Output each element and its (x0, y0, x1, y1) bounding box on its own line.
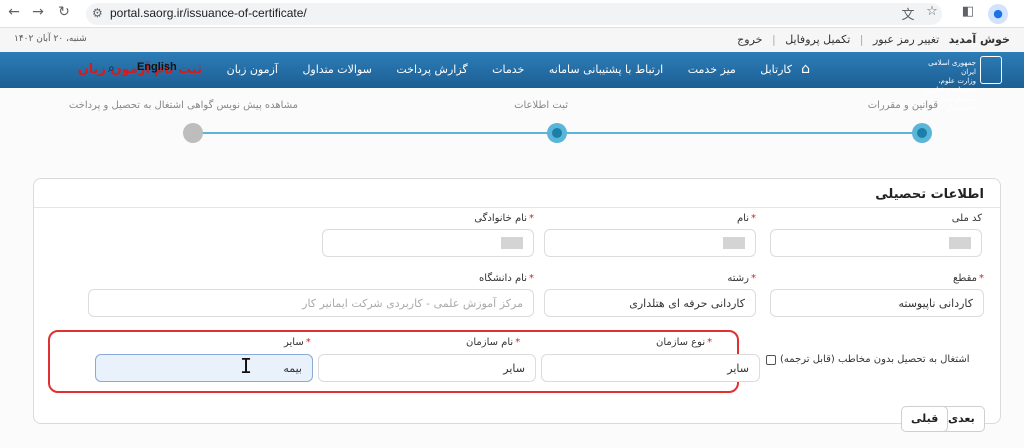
profile-icon[interactable]: ● (988, 4, 1008, 24)
back-icon[interactable]: ← (4, 4, 24, 20)
logo-line: وزارت علوم، تحقیقات و فناوری (923, 77, 976, 94)
forward-icon[interactable]: → (28, 4, 48, 20)
user-bar: خوش آمدید تغییر رمز عبور | تکمیل پروفایل… (0, 28, 1024, 52)
card-title: اطلاعات تحصیلی (875, 187, 984, 202)
label-text: سایر (284, 337, 304, 348)
required-mark: * (751, 213, 756, 224)
change-password-link[interactable]: تغییر رمز عبور (873, 33, 939, 46)
url-text: portal.saorg.ir/issuance-of-certificate/ (110, 6, 307, 20)
nav-item-support[interactable]: ارتباط با پشتیبانی سامانه (549, 63, 663, 76)
nav-item-faq[interactable]: سوالات متداول (302, 63, 371, 76)
org-type-label: *نوع سازمان (656, 337, 712, 348)
prev-button[interactable]: قبلی (901, 406, 949, 432)
grade-field[interactable]: کاردانی ناپیوسته (770, 289, 984, 317)
nav-item-language-exam[interactable]: آزمون زبان (227, 63, 278, 76)
divider (34, 207, 1000, 208)
current-date: شنبه، ۲۰ آبان ۱۴۰۲ (14, 34, 87, 44)
major-label: *رشته (727, 273, 756, 284)
step-dot-rules (912, 123, 932, 143)
welcome-text: خوش آمدید (948, 33, 1010, 46)
home-icon[interactable]: ⌂ (801, 61, 810, 77)
logo-line: جمهوری اسلامی ایران (928, 59, 976, 76)
step-label-rules: قوانین و مقررات (867, 100, 938, 111)
emblem-icon (980, 56, 1002, 84)
employment-checkbox[interactable] (766, 354, 776, 365)
required-mark: * (751, 273, 756, 284)
national-code-field[interactable] (770, 229, 982, 257)
sidebar-icon[interactable]: ◧ (958, 4, 978, 19)
user-links: خوش آمدید تغییر رمز عبور | تکمیل پروفایل… (731, 33, 1010, 46)
org-name-label: *نام سازمان (466, 337, 520, 348)
nav-item-payment-report[interactable]: گزارش پرداخت (396, 63, 467, 76)
other-input[interactable]: بیمه (95, 354, 313, 382)
label-text: کد ملی (951, 213, 982, 224)
org-name-field[interactable]: سایر (318, 354, 536, 382)
label-text: نوع سازمان (656, 337, 706, 348)
national-code-label: کد ملی (952, 213, 982, 224)
label-text: نام (736, 213, 749, 224)
required-mark: * (305, 337, 311, 348)
required-mark: * (979, 273, 984, 284)
org-type-field[interactable]: سایر (541, 354, 760, 382)
step-dot-preview (183, 123, 203, 143)
complete-profile-link[interactable]: تکمیل پروفایل (785, 33, 850, 46)
main-navbar: جمهوری اسلامی ایران وزارت علوم، تحقیقات … (0, 52, 1024, 112)
separator: | (771, 33, 776, 46)
separator: | (859, 33, 864, 46)
other-label: *سایر (284, 337, 311, 348)
step-label-preview: مشاهده پیش نویس گواهی اشتغال به تحصیل و … (68, 100, 298, 111)
english-link[interactable]: English (137, 61, 177, 73)
first-name-field[interactable] (544, 229, 756, 257)
field-value: کاردانی حرفه ای هتلداری (629, 296, 745, 310)
major-field[interactable]: کاردانی حرفه ای هتلداری (544, 289, 756, 317)
field-value: سایر (727, 361, 749, 375)
label-text: نام خانوادگی (474, 213, 527, 224)
logout-link[interactable]: خروج (737, 33, 762, 46)
university-label: *نام دانشگاه (479, 273, 534, 284)
tune-icon[interactable]: ⚙ (92, 6, 103, 20)
nav-item-services[interactable]: خدمات (492, 63, 524, 76)
last-name-label: *نام خانوادگی (474, 213, 534, 224)
step-dot-register (547, 123, 567, 143)
text-cursor-icon: I (240, 354, 253, 378)
university-field[interactable]: مرکز آموزش علمی - کاربردی شرکت ایمانیر ک… (88, 289, 534, 317)
required-mark: * (529, 273, 534, 284)
site-logo[interactable]: جمهوری اسلامی ایران وزارت علوم، تحقیقات … (918, 54, 1002, 112)
field-value: بیمه (283, 361, 302, 375)
browser-toolbar: ← → ↻ ⚙ portal.saorg.ir/issuance-of-cert… (0, 0, 1024, 28)
label-text: نام سازمان (466, 337, 514, 348)
field-value: سایر (503, 361, 525, 375)
reload-icon[interactable]: ↻ (54, 4, 74, 20)
label-text: مقطع (953, 273, 977, 284)
page: خوش آمدید تغییر رمز عبور | تکمیل پروفایل… (0, 28, 1024, 448)
translate-icon[interactable]: 文 (898, 4, 918, 23)
employment-checkbox-row[interactable]: اشتغال به تحصیل بدون مخاطب (قابل ترجمه) (766, 354, 969, 365)
grade-label: *مقطع (953, 273, 984, 284)
last-name-field[interactable] (322, 229, 534, 257)
field-value: کاردانی ناپیوسته (898, 296, 974, 310)
step-label-register: ثبت اطلاعات (514, 100, 568, 111)
progress-line-current (192, 132, 556, 134)
field-placeholder: مرکز آموزش علمی - کاربردی شرکت ایمانیر ک… (302, 296, 523, 310)
checkbox-label: اشتغال به تحصیل بدون مخاطب (قابل ترجمه) (780, 354, 970, 365)
address-bar[interactable]: ⚙ portal.saorg.ir/issuance-of-certificat… (86, 3, 942, 25)
required-mark: * (515, 337, 521, 348)
required-mark: * (529, 213, 534, 224)
progress-line-done (556, 132, 922, 134)
star-icon[interactable]: ☆ (922, 4, 942, 19)
required-mark: * (707, 337, 713, 348)
nav-item-cartable[interactable]: کارتابل (760, 63, 792, 76)
first-name-label: *نام (737, 213, 756, 224)
label-text: نام دانشگاه (479, 273, 527, 284)
search-icon[interactable]: ⌕ (108, 61, 115, 76)
nav-item-service-desk[interactable]: میز خدمت (688, 63, 736, 76)
label-text: رشته (727, 273, 749, 284)
